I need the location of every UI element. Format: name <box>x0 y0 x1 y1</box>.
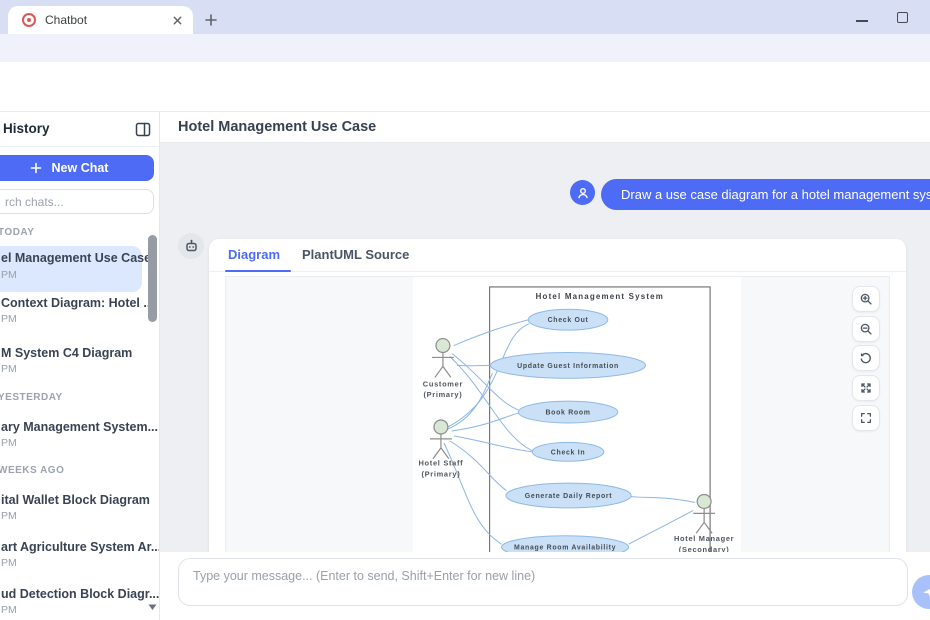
system-title: Hotel Management System <box>536 292 664 301</box>
section-label-yesterday: YESTERDAY <box>0 392 63 403</box>
history-item-title[interactable]: art Agriculture System Ar... <box>1 540 160 554</box>
browser-tab[interactable]: Chatbot <box>8 6 193 34</box>
user-avatar <box>570 180 595 205</box>
bot-avatar <box>178 233 204 259</box>
window-minimize-button[interactable] <box>856 20 868 22</box>
new-tab-button[interactable] <box>203 12 219 28</box>
section-label-weeks-ago: WEEKS AGO <box>0 465 64 476</box>
conversation-titlebar: Hotel Management Use Case <box>160 112 930 143</box>
composer-bar <box>160 552 930 620</box>
system-boundary <box>490 287 711 571</box>
actor-name: Customer <box>423 379 463 388</box>
send-button[interactable] <box>912 575 930 609</box>
plus-icon <box>30 162 42 174</box>
browser-tabstrip: Chatbot <box>0 0 930 34</box>
screen: Chatbot ai-toolbox.visual-paradigm.com/a… <box>0 0 930 620</box>
diagram-viewport[interactable]: Hotel Management System <box>225 276 890 573</box>
use-case-label: Generate Daily Report <box>525 493 612 500</box>
zoom-out-button[interactable] <box>852 316 880 342</box>
window-maximize-button[interactable] <box>897 12 908 23</box>
divider <box>0 146 160 147</box>
history-item-time: PM <box>1 604 17 616</box>
fullscreen-button[interactable] <box>852 405 880 431</box>
browser-toolbar: ai-toolbox.visual-paradigm.com/app/chatb… <box>0 34 930 62</box>
use-case-label: Check Out <box>548 317 589 324</box>
history-item-title[interactable]: ary Management System... <box>1 420 158 434</box>
history-item-time: PM <box>1 437 17 449</box>
scrollbar-down-arrow-icon[interactable] <box>147 602 158 612</box>
actor-customer: Customer (Primary) <box>423 339 463 400</box>
tab-favicon-icon <box>22 13 36 27</box>
history-item-time: PM <box>1 510 17 522</box>
collapse-panel-icon[interactable] <box>135 122 151 137</box>
actor-role: (Primary) <box>423 390 462 399</box>
use-case-label: Manage Room Availability <box>514 545 616 552</box>
actor-role: (Primary) <box>421 470 460 479</box>
zoom-in-button[interactable] <box>852 286 880 312</box>
new-chat-label: New Chat <box>52 161 109 175</box>
use-case-diagram: Hotel Management System <box>413 277 741 572</box>
history-item-title[interactable]: ud Detection Block Diagr... <box>1 587 159 601</box>
tab-diagram[interactable]: Diagram <box>228 247 280 262</box>
app-header: Chatbot Powered by Visual Paradigm More … <box>0 62 930 112</box>
main-panel: Hotel Management Use Case Draw a use cas… <box>160 112 930 620</box>
active-tab-underline <box>225 270 291 272</box>
response-card: Diagram PlantUML Source Hotel Management… <box>209 239 906 577</box>
history-item-time: PM <box>1 269 17 281</box>
robot-icon <box>184 239 199 254</box>
actor-hotel-staff: Hotel Staff (Primary) <box>419 420 464 479</box>
actor-name: Hotel Manager <box>674 534 734 543</box>
user-message-bubble: Draw a use case diagram for a hotel mana… <box>601 179 930 210</box>
history-title: History <box>3 121 50 136</box>
tab-plantuml-source[interactable]: PlantUML Source <box>302 247 409 262</box>
use-case-label: Check In <box>551 449 585 456</box>
diagram-canvas: Hotel Management System <box>413 277 741 572</box>
new-chat-button[interactable]: New Chat <box>0 155 154 181</box>
tab-close-icon[interactable] <box>169 12 185 28</box>
history-item-time: PM <box>1 363 17 375</box>
chat-area: Draw a use case diagram for a hotel mana… <box>160 143 930 552</box>
history-item-title[interactable]: el Management Use Case <box>1 251 151 265</box>
history-sidebar: History New Chat TODAY el Management Use… <box>0 112 160 620</box>
history-item-title[interactable]: M System C4 Diagram <box>1 346 132 360</box>
diagram-tabrow: Diagram PlantUML Source <box>209 239 906 272</box>
history-item-title[interactable]: Context Diagram: Hotel ... <box>1 296 154 310</box>
history-item-title[interactable]: ital Wallet Block Diagram <box>1 493 150 507</box>
reset-view-button[interactable] <box>852 345 880 371</box>
use-case-label: Book Room <box>545 410 590 417</box>
actor-name: Hotel Staff <box>419 459 464 468</box>
person-icon <box>576 186 590 200</box>
history-item-time: PM <box>1 313 17 325</box>
tab-title: Chatbot <box>45 13 169 27</box>
section-label-today: TODAY <box>0 227 34 238</box>
sidebar-scrollbar-thumb[interactable] <box>148 235 157 322</box>
page-title: Hotel Management Use Case <box>178 119 376 135</box>
send-plane-icon <box>921 584 930 600</box>
message-input[interactable] <box>178 558 908 606</box>
use-case-label: Update Guest Information <box>517 363 619 370</box>
search-chats-input[interactable] <box>0 189 154 214</box>
expand-button[interactable] <box>852 375 880 401</box>
history-item-time: PM <box>1 557 17 569</box>
